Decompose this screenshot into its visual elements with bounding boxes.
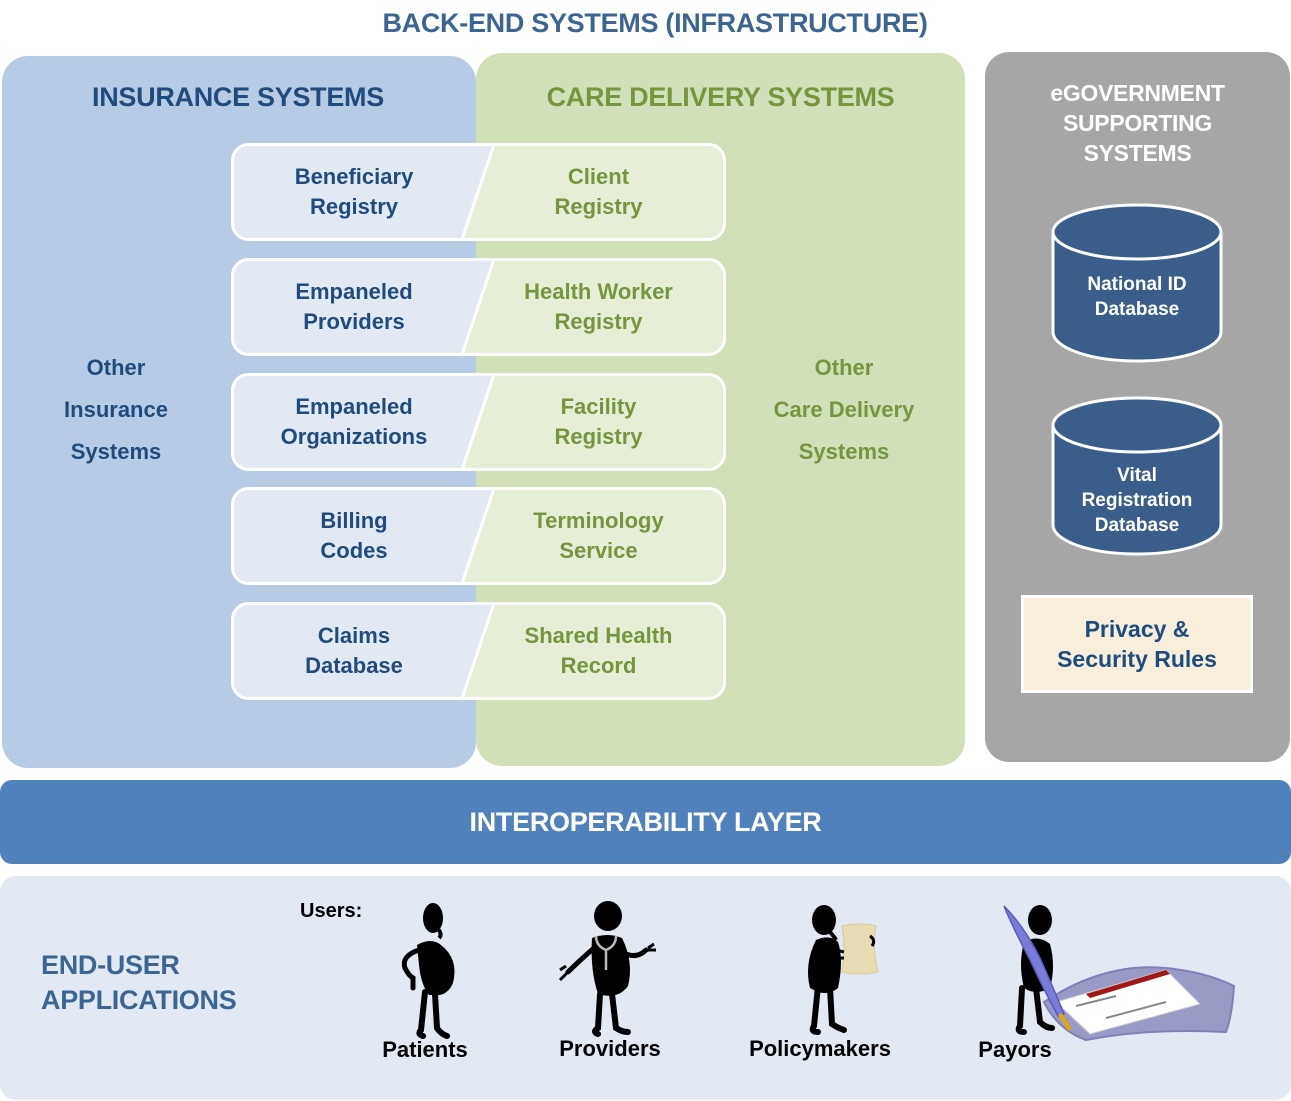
- registry-pair: Billing Codes Terminology Service: [231, 487, 726, 585]
- care-registry-label: Health Worker Registry: [471, 258, 726, 356]
- other-insurance-line: Systems: [70, 439, 162, 464]
- insurance-registry-line: Codes: [320, 538, 388, 563]
- insurance-systems-header: INSURANCE SYSTEMS: [92, 82, 384, 112]
- care-registry-label: Terminology Service: [471, 487, 726, 585]
- national-id-database: National ID Database: [1050, 202, 1224, 364]
- care-registry-line: Record: [560, 653, 637, 678]
- user-label-policymakers: Policymakers: [749, 1036, 891, 1061]
- user-label-payors: Payors: [978, 1037, 1052, 1062]
- payor-figure-icon: [996, 898, 1242, 1050]
- registry-pair: Empaneled Organizations Facility Registry: [231, 373, 726, 471]
- database-label-line: Registration: [1081, 490, 1193, 511]
- vital-registration-database: Vital Registration Database: [1050, 395, 1224, 557]
- interoperability-layer-label: INTEROPERABILITY LAYER: [469, 806, 822, 837]
- insurance-registry-line: Empaneled: [295, 279, 413, 304]
- registry-pair: Empaneled Providers Health Worker Registry: [231, 258, 726, 356]
- insurance-registry-line: Providers: [303, 309, 405, 334]
- insurance-registry-line: Billing: [320, 508, 388, 533]
- end-user-label-line: APPLICATIONS: [41, 985, 237, 1015]
- care-registry-label: Facility Registry: [471, 373, 726, 471]
- care-registry-line: Registry: [554, 194, 643, 219]
- egov-header-line: eGOVERNMENT: [1050, 80, 1225, 106]
- other-insurance-line: Insurance: [64, 397, 168, 422]
- patient-figure-icon: [385, 900, 465, 1040]
- other-care-line: Systems: [798, 439, 890, 464]
- insurance-registry-line: Empaneled: [295, 394, 413, 419]
- care-registry-line: Shared Health: [524, 623, 673, 648]
- insurance-registry-label: Empaneled Organizations: [231, 373, 477, 471]
- policymaker-figure-icon: [798, 900, 888, 1040]
- care-registry-line: Service: [559, 538, 638, 563]
- care-registry-line: Health Worker: [524, 279, 673, 304]
- insurance-registry-line: Claims: [317, 623, 391, 648]
- care-registry-line: Client: [567, 164, 630, 189]
- other-care-line: Other: [814, 355, 874, 380]
- insurance-registry-label: Billing Codes: [231, 487, 477, 585]
- egov-header-line: SYSTEMS: [1083, 140, 1192, 166]
- egovernment-header: eGOVERNMENT SUPPORTING SYSTEMS: [985, 78, 1290, 168]
- interoperability-layer: INTEROPERABILITY LAYER: [0, 780, 1291, 864]
- user-label-providers: Providers: [559, 1036, 661, 1061]
- care-delivery-systems-header: CARE DELIVERY SYSTEMS: [546, 82, 895, 112]
- other-care-line: Care Delivery: [773, 397, 915, 422]
- insurance-registry-label: Empaneled Providers: [231, 258, 477, 356]
- database-label: Vital Registration Database: [1050, 463, 1224, 538]
- users-label: Users:: [300, 900, 363, 922]
- database-label-line: Database: [1094, 299, 1180, 320]
- care-registry-line: Terminology: [533, 508, 664, 533]
- care-registry-label: Client Registry: [471, 143, 726, 241]
- insurance-registry-line: Database: [305, 653, 403, 678]
- end-user-label-line: END-USER: [41, 950, 180, 980]
- user-label-patients: Patients: [382, 1037, 468, 1062]
- database-label-line: Vital: [1117, 465, 1157, 486]
- care-registry-line: Registry: [554, 309, 643, 334]
- care-registry-line: Registry: [554, 424, 643, 449]
- insurance-registry-line: Registry: [309, 194, 399, 219]
- care-registry-label: Shared Health Record: [471, 602, 726, 700]
- insurance-registry-label: Claims Database: [231, 602, 477, 700]
- privacy-line: Privacy &: [1084, 616, 1190, 642]
- end-user-applications-label: END-USER APPLICATIONS: [41, 948, 237, 1018]
- diagram-title: BACK-END SYSTEMS (INFRASTRUCTURE): [382, 8, 928, 38]
- egov-header-line: SUPPORTING: [1062, 110, 1213, 136]
- database-label: National ID Database: [1050, 272, 1224, 322]
- privacy-line: Security Rules: [1057, 646, 1217, 672]
- database-label-line: National ID: [1087, 274, 1187, 295]
- insurance-registry-label: Beneficiary Registry: [231, 143, 477, 241]
- insurance-registry-line: Organizations: [280, 424, 428, 449]
- other-insurance-systems: Other Insurance Systems: [0, 347, 232, 473]
- privacy-security-rules-box: Privacy & Security Rules: [1021, 595, 1253, 693]
- other-insurance-line: Other: [86, 355, 146, 380]
- insurance-registry-line: Beneficiary: [294, 164, 414, 189]
- provider-figure-icon: [552, 900, 662, 1040]
- database-label-line: Database: [1094, 515, 1180, 536]
- registry-pair: Claims Database Shared Health Record: [231, 602, 726, 700]
- registry-pair: Beneficiary Registry Client Registry: [231, 143, 726, 241]
- care-registry-line: Facility: [560, 394, 637, 419]
- other-care-delivery-systems: Other Care Delivery Systems: [726, 347, 962, 473]
